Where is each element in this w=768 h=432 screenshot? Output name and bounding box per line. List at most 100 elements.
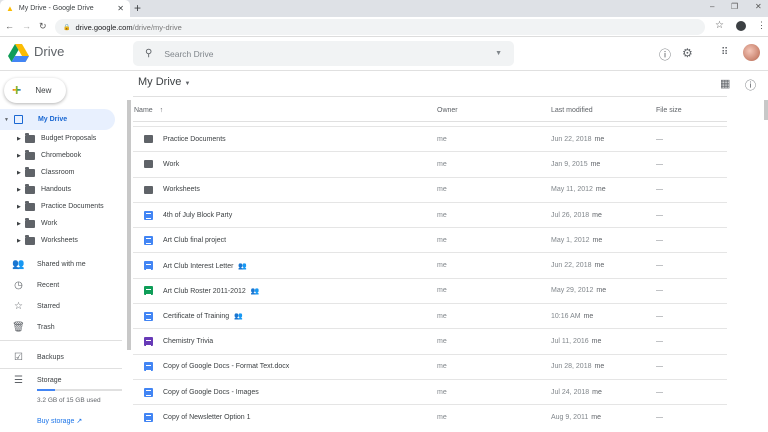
file-row[interactable]: Copy of Google Docs - ImagesmeJul 24, 20… [133, 379, 727, 404]
file-row[interactable]: Copy of Google Docs - Format Text.docxme… [133, 354, 727, 379]
page-title[interactable]: My Drive ▼ [138, 76, 190, 88]
nav-label: Trash [37, 324, 55, 331]
plus-icon: + [12, 82, 21, 100]
modified-by: me [596, 186, 606, 193]
buy-storage-link[interactable]: Buy storage ↗ [37, 417, 82, 425]
sidebar-item-trash[interactable]: 🗑Trash [0, 317, 125, 337]
close-tab-icon[interactable]: ✕ [117, 4, 124, 13]
file-name: Chemistry Trivia [163, 338, 213, 345]
file-row[interactable]: WorkmeJan 9, 2015me— [133, 151, 727, 176]
nav-label: Starred [37, 303, 60, 310]
modified-by: me [596, 287, 606, 294]
grid-view-icon[interactable]: ▦ [720, 77, 730, 90]
file-row[interactable]: WorksheetsmeMay 11, 2012me— [133, 177, 727, 202]
search-placeholder: Search Drive [164, 49, 213, 59]
file-name: Certificate of Training👥 [163, 312, 243, 320]
file-name-text: Copy of Google Docs - Format Text.docx [163, 363, 289, 370]
sidebar-item-recent[interactable]: ◷Recent [0, 275, 125, 295]
file-name-text: Work [163, 161, 179, 168]
profile-icon[interactable] [736, 21, 746, 31]
new-tab-button[interactable]: + [134, 1, 141, 15]
new-button[interactable]: + New [4, 78, 66, 103]
back-icon[interactable]: ← [5, 21, 14, 31]
sidebar-folder[interactable]: ▶Handouts [0, 181, 125, 198]
file-owner: me [437, 414, 447, 421]
close-window-icon[interactable]: ✕ [755, 2, 762, 11]
column-header-size[interactable]: File size [656, 107, 682, 114]
folder-label: Classroom [41, 169, 74, 176]
apps-grid-icon[interactable]: ⠿ [721, 47, 728, 58]
file-list: Practice DocumentsmeJun 22, 2018me—Workm… [133, 126, 727, 430]
search-options-icon[interactable]: ▼ [495, 50, 502, 57]
file-modified: Jun 28, 2018me [551, 363, 604, 370]
modified-date: Aug 9, 2011 [551, 414, 588, 421]
column-header-name[interactable]: Name ↑ [134, 107, 163, 114]
file-owner: me [437, 389, 447, 396]
sidebar-scrollbar[interactable] [127, 100, 131, 350]
list-scrollbar[interactable] [764, 100, 768, 120]
file-row[interactable]: Art Club Interest Letter👥meJun 22, 2018m… [133, 252, 727, 277]
browser-tab[interactable]: ▲ My Drive - Google Drive ✕ [0, 0, 130, 17]
browser-menu-icon[interactable]: ⋮ [757, 20, 766, 31]
sheet-icon [144, 286, 153, 295]
minimize-icon[interactable]: – [710, 2, 714, 11]
file-row[interactable]: Certificate of Training👥me10:16 AMme— [133, 303, 727, 328]
sidebar-item-shared-with-me[interactable]: 👥Shared with me [0, 254, 125, 274]
file-row[interactable]: Practice DocumentsmeJun 22, 2018me— [133, 126, 727, 151]
sidebar-item-storage[interactable]: ☰ Storage [0, 370, 125, 390]
url-field[interactable]: 🔒 drive.google.com/drive/my-drive [55, 19, 705, 35]
sidebar-folder[interactable]: ▶ Budget Proposals [0, 130, 125, 147]
file-row[interactable]: Art Club final projectmeMay 1, 2012me— [133, 227, 727, 252]
sidebar-item-my-drive[interactable]: ▼ My Drive [0, 109, 115, 130]
sidebar-folder[interactable]: ▶Chromebook [0, 147, 125, 164]
sidebar-folder[interactable]: ▶ Classroom [0, 164, 125, 181]
doc-icon [144, 362, 153, 371]
file-row[interactable]: Copy of Newsletter Option 1 me Aug 9, 2011… [133, 404, 727, 429]
sidebar-item-starred[interactable]: ☆Starred [0, 296, 125, 316]
file-size: — [656, 186, 663, 193]
info-icon[interactable]: ⓘ [745, 77, 756, 93]
drive-favicon-icon: ▲ [6, 4, 14, 13]
sort-arrow-up-icon[interactable]: ↑ [160, 107, 164, 114]
expand-triangle-icon[interactable]: ▶ [17, 204, 25, 210]
drive-logo-text: Drive [34, 44, 64, 59]
file-name-text: Copy of Google Docs - Images [163, 389, 259, 396]
backups-icon: ☑ [0, 352, 37, 363]
file-modified: Jan 9, 2015me [551, 161, 600, 168]
expand-triangle-icon[interactable]: ▶ [17, 170, 25, 176]
sidebar-folder[interactable]: ▶Work [0, 215, 125, 232]
help-icon[interactable]: ⓘ [659, 46, 671, 63]
column-header-modified[interactable]: Last modified [551, 107, 593, 114]
sidebar-item-backups[interactable]: ☑ Backups [0, 347, 125, 367]
expand-triangle-icon[interactable]: ▶ [17, 136, 25, 142]
forward-icon[interactable]: → [22, 21, 31, 31]
settings-gear-icon[interactable]: ⚙ [682, 46, 693, 60]
modified-date: May 29, 2012 [551, 287, 593, 294]
reload-icon[interactable]: ↻ [39, 21, 47, 32]
collapse-triangle-icon[interactable]: ▼ [4, 117, 9, 123]
folder-label: Budget Proposals [41, 135, 96, 142]
file-row[interactable]: Art Club Roster 2011-2012👥meMay 29, 2012… [133, 278, 727, 303]
restore-icon[interactable]: ❐ [731, 2, 738, 11]
file-name: Copy of Newsletter Option 1 [163, 414, 251, 421]
buy-storage-label: Buy storage [37, 418, 74, 425]
file-name-text: Chemistry Trivia [163, 338, 213, 345]
file-row[interactable]: 4th of July Block PartymeJul 26, 2018me— [133, 202, 727, 227]
avatar[interactable] [743, 44, 760, 61]
expand-triangle-icon[interactable]: ▶ [17, 153, 25, 159]
folder-label: Practice Documents [41, 203, 104, 210]
search-input[interactable]: ⚲ Search Drive ▼ [133, 41, 514, 66]
expand-triangle-icon[interactable]: ▶ [17, 221, 25, 227]
file-row[interactable]: Chemistry TriviameJul 11, 2016me— [133, 328, 727, 353]
sidebar-folder[interactable]: ▶ Practice Documents [0, 198, 125, 215]
expand-triangle-icon[interactable]: ▶ [17, 238, 25, 244]
sidebar-folder[interactable]: ▶Worksheets [0, 232, 125, 249]
file-name: Work [163, 161, 179, 168]
file-size: — [656, 389, 663, 396]
column-header-owner[interactable]: Owner [437, 107, 458, 114]
nav-label: Shared with me [37, 261, 86, 268]
shared-people-icon: 👥 [251, 288, 260, 295]
bookmark-star-icon[interactable]: ☆ [715, 20, 724, 31]
expand-triangle-icon[interactable]: ▶ [17, 187, 25, 193]
file-owner: me [437, 237, 447, 244]
